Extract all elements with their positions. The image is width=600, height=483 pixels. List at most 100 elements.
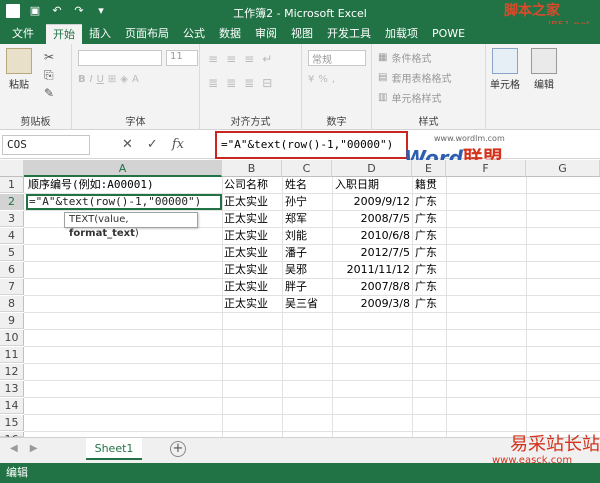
merge-icon[interactable]: ⊟: [262, 76, 272, 90]
tab-data[interactable]: 数据: [212, 24, 248, 44]
cell-origin[interactable]: 广东: [415, 262, 437, 278]
editing-button[interactable]: 编辑: [526, 48, 562, 91]
align-middle-icon[interactable]: ≡: [226, 52, 236, 66]
row-header[interactable]: 7: [0, 279, 24, 295]
row-header[interactable]: 13: [0, 381, 24, 397]
cell-company[interactable]: 正太实业: [224, 296, 268, 312]
cell-company[interactable]: 正太实业: [224, 279, 268, 295]
cell-b1[interactable]: 公司名称: [224, 177, 268, 193]
active-cell-editor[interactable]: ="A"&text(row()-1,"00000"): [26, 194, 222, 210]
wrap-text-icon[interactable]: ↵: [262, 52, 272, 66]
cell-date[interactable]: 2012/7/5: [334, 245, 410, 261]
tab-page-layout[interactable]: 页面布局: [118, 24, 176, 44]
enter-icon[interactable]: ✓: [147, 137, 158, 152]
tab-review[interactable]: 审阅: [248, 24, 284, 44]
column-header-c[interactable]: C: [282, 160, 332, 177]
paste-button[interactable]: 粘贴: [4, 48, 34, 91]
cells-button[interactable]: 单元格: [488, 48, 522, 91]
column-header-f[interactable]: F: [446, 160, 526, 177]
cell-name[interactable]: 胖子: [285, 279, 307, 295]
column-header-e[interactable]: E: [412, 160, 446, 177]
cell-origin[interactable]: 广东: [415, 245, 437, 261]
row-header[interactable]: 9: [0, 313, 24, 329]
underline-icon[interactable]: U: [97, 74, 104, 85]
next-sheet-icon[interactable]: ▶: [30, 443, 38, 454]
row-header[interactable]: 11: [0, 347, 24, 363]
cancel-icon[interactable]: ✕: [122, 137, 133, 152]
cell-c1[interactable]: 姓名: [285, 177, 307, 193]
row-header[interactable]: 2: [0, 194, 24, 210]
insert-function-icon[interactable]: fx: [172, 137, 184, 152]
cell-origin[interactable]: 广东: [415, 194, 437, 210]
format-painter-icon[interactable]: ✎: [44, 86, 54, 100]
column-header-b[interactable]: B: [222, 160, 282, 177]
cell-name[interactable]: 吴三省: [285, 296, 318, 312]
prev-sheet-icon[interactable]: ◀: [10, 443, 18, 454]
cell-date[interactable]: 2010/6/8: [334, 228, 410, 244]
tab-insert[interactable]: 插入: [82, 24, 118, 44]
cell-company[interactable]: 正太实业: [224, 228, 268, 244]
conditional-format-button[interactable]: ▦ 条件格式: [378, 50, 431, 65]
border-icon[interactable]: ⊞: [108, 74, 116, 85]
cell-e1[interactable]: 籍贯: [415, 177, 437, 193]
tab-addins[interactable]: 加载项: [378, 24, 425, 44]
font-size-select[interactable]: 11: [166, 50, 198, 66]
row-header[interactable]: 3: [0, 211, 24, 227]
select-all-corner[interactable]: [0, 160, 24, 177]
comma-icon[interactable]: ,: [332, 74, 335, 85]
cell-company[interactable]: 正太实业: [224, 194, 268, 210]
align-right-icon[interactable]: ≣: [244, 76, 254, 90]
cut-icon[interactable]: ✂: [44, 50, 54, 64]
row-header[interactable]: 4: [0, 228, 24, 244]
font-color-icon[interactable]: A: [132, 74, 139, 85]
cell-name[interactable]: 刘能: [285, 228, 307, 244]
table-format-button[interactable]: ▤ 套用表格格式: [378, 70, 451, 85]
name-box[interactable]: COS: [2, 135, 90, 155]
font-name-select[interactable]: [78, 50, 162, 66]
tab-view[interactable]: 视图: [284, 24, 320, 44]
number-format-select[interactable]: 常规: [308, 50, 366, 66]
cell-date[interactable]: 2011/11/12: [334, 262, 410, 278]
align-top-icon[interactable]: ≡: [208, 52, 218, 66]
row-header[interactable]: 6: [0, 262, 24, 278]
row-header[interactable]: 10: [0, 330, 24, 346]
sheet-tab[interactable]: Sheet1: [86, 438, 142, 460]
column-header-d[interactable]: D: [332, 160, 412, 177]
tab-file[interactable]: 文件: [0, 24, 46, 44]
cell-name[interactable]: 潘子: [285, 245, 307, 261]
cell-origin[interactable]: 广东: [415, 211, 437, 227]
row-header[interactable]: 1: [0, 177, 24, 193]
tab-power[interactable]: POWE: [425, 24, 472, 44]
row-header[interactable]: 14: [0, 398, 24, 414]
cell-date[interactable]: 2007/8/8: [334, 279, 410, 295]
cell-date[interactable]: 2008/7/5: [334, 211, 410, 227]
cell-name[interactable]: 郑军: [285, 211, 307, 227]
tab-formulas[interactable]: 公式: [176, 24, 212, 44]
row-header[interactable]: 5: [0, 245, 24, 261]
cell-origin[interactable]: 广东: [415, 296, 437, 312]
currency-icon[interactable]: ¥: [308, 74, 314, 85]
bold-icon[interactable]: B: [78, 74, 86, 85]
cell-origin[interactable]: 广东: [415, 279, 437, 295]
percent-icon[interactable]: %: [318, 74, 328, 85]
tab-home[interactable]: 开始: [46, 24, 82, 44]
tab-developer[interactable]: 开发工具: [320, 24, 378, 44]
cell-date[interactable]: 2009/9/12: [334, 194, 410, 210]
align-bottom-icon[interactable]: ≡: [244, 52, 254, 66]
cell-style-button[interactable]: ▥ 单元格样式: [378, 90, 441, 105]
cell-date[interactable]: 2009/3/8: [334, 296, 410, 312]
align-left-icon[interactable]: ≣: [208, 76, 218, 90]
cell-origin[interactable]: 广东: [415, 228, 437, 244]
add-sheet-button[interactable]: +: [170, 441, 186, 457]
cell-a1[interactable]: 顺序编号(例如:A00001): [28, 177, 154, 193]
cell-name[interactable]: 孙宁: [285, 194, 307, 210]
cell-company[interactable]: 正太实业: [224, 245, 268, 261]
column-header-g[interactable]: G: [526, 160, 600, 177]
row-header[interactable]: 15: [0, 415, 24, 431]
row-header[interactable]: 12: [0, 364, 24, 380]
cell-company[interactable]: 正太实业: [224, 211, 268, 227]
fill-color-icon[interactable]: ◈: [120, 74, 128, 85]
copy-icon[interactable]: ⎘: [44, 68, 54, 83]
column-header-a[interactable]: A: [24, 160, 222, 177]
cell-company[interactable]: 正太实业: [224, 262, 268, 278]
